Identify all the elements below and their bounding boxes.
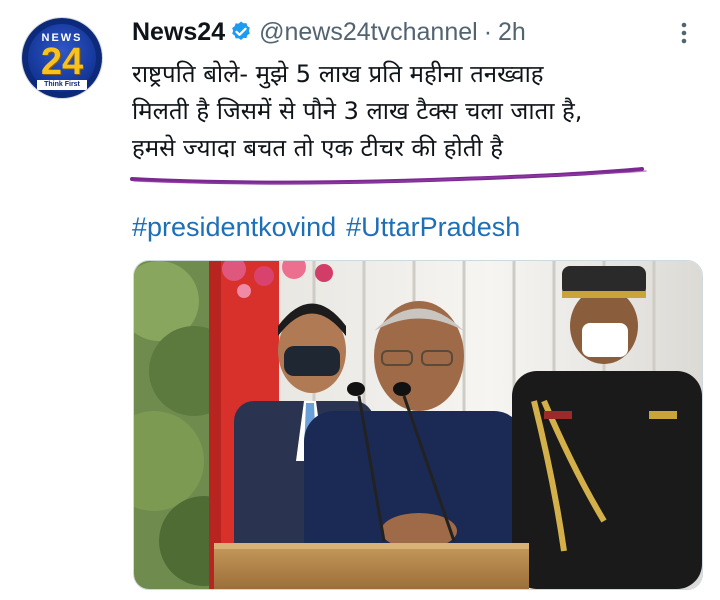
header-separator: ·: [483, 17, 493, 46]
highlight-underline: [130, 167, 647, 185]
more-options-icon[interactable]: [672, 20, 696, 46]
account-handle[interactable]: @news24tvchannel: [259, 18, 478, 47]
photo-scene: [134, 261, 702, 589]
tweet-text: राष्ट्रपति बोले- मुझे 5 लाख प्रति महीना …: [132, 56, 692, 167]
hashtag-link[interactable]: #presidentkovind: [132, 212, 336, 242]
avatar-logo-tagline: Think First: [37, 80, 87, 90]
tweet-text-line: मिलती है जिसमें से पौने 3 लाख टैक्स चला …: [132, 97, 583, 125]
hashtag-link[interactable]: #UttarPradesh: [346, 212, 520, 242]
tweet-text-line: राष्ट्रपति बोले- मुझे 5 लाख प्रति महीना …: [132, 60, 544, 88]
avatar-logo-number: 24: [40, 41, 84, 83]
tweet-header: News24 @news24tvchannel · 2h: [132, 14, 526, 50]
hashtags: #presidentkovind #UttarPradesh: [132, 212, 530, 243]
account-name[interactable]: News24: [132, 18, 225, 47]
tweet-timestamp[interactable]: 2h: [498, 18, 526, 47]
verified-badge-icon: [232, 21, 250, 40]
tweet-media-photo[interactable]: [133, 260, 703, 590]
avatar[interactable]: NEWS 24 Think First: [22, 18, 102, 98]
tweet-text-line: हमसे ज्यादा बचत तो एक टीचर की होती है: [132, 134, 504, 162]
